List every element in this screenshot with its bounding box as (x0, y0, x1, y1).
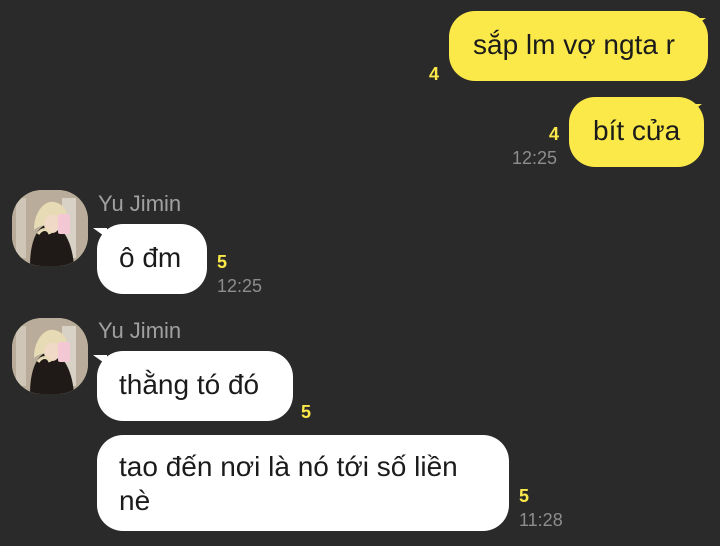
incoming-message-bubble[interactable]: tao đến nơi là nó tới số liền nè (97, 435, 509, 531)
contact-avatar[interactable] (12, 190, 88, 266)
message-timestamp: 11:28 (519, 510, 563, 530)
outgoing-message-bubble[interactable]: bít cửa (569, 97, 704, 167)
avatar-photo-icon (12, 318, 88, 394)
sender-name: Yu Jimin (98, 318, 182, 343)
incoming-message-bubble[interactable]: ô đm (97, 224, 207, 294)
sender-name: Yu Jimin (98, 191, 182, 216)
unread-count: 5 (519, 486, 530, 506)
message-text: tao đến nơi là nó tới số liền nè (119, 451, 458, 516)
avatar-photo-icon (12, 190, 88, 266)
unread-count: 4 (549, 124, 560, 144)
unread-count: 5 (301, 402, 312, 422)
message-text: sắp lm vợ ngta r (473, 29, 675, 60)
message-text: ô đm (119, 242, 182, 273)
message-text: bít cửa (593, 115, 681, 146)
bubble-tail (692, 18, 706, 28)
incoming-message-bubble[interactable]: thằng tó đó (97, 351, 293, 421)
message-text: thằng tó đó (119, 369, 260, 400)
message-timestamp: 12:25 (512, 148, 558, 168)
bubble-tail (688, 104, 702, 114)
unread-count: 5 (217, 252, 228, 272)
contact-avatar[interactable] (12, 318, 88, 394)
unread-count: 4 (429, 64, 440, 84)
message-timestamp: 12:25 (217, 276, 263, 296)
outgoing-message-bubble[interactable]: sắp lm vợ ngta r (449, 11, 708, 81)
